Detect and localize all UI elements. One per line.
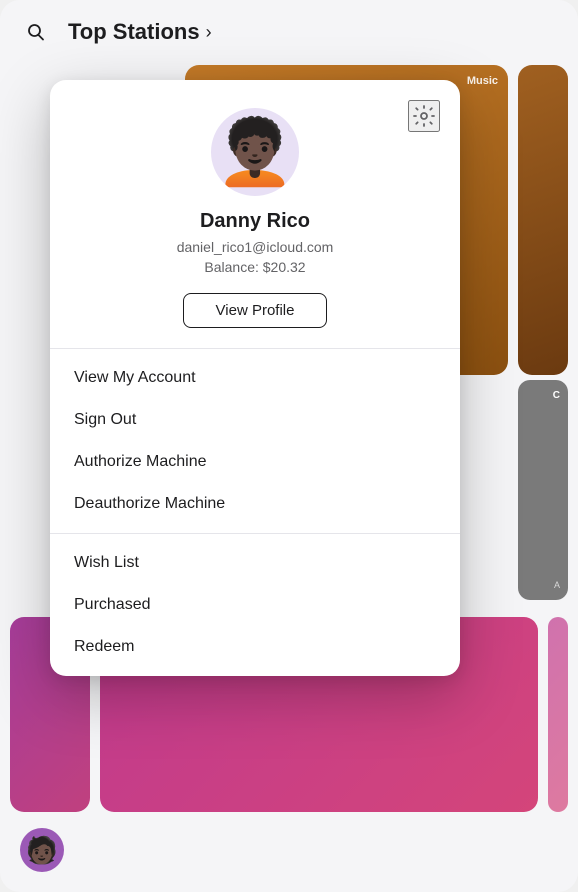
bottom-avatar[interactable]: 🧑🏿 bbox=[20, 828, 64, 872]
settings-button[interactable] bbox=[408, 100, 440, 132]
page-title[interactable]: Top Stations › bbox=[68, 19, 212, 45]
avatar-emoji: 🧑🏿‍🦱 bbox=[215, 120, 295, 184]
view-profile-button[interactable]: View Profile bbox=[183, 293, 328, 328]
mid-card-label: C bbox=[553, 390, 560, 401]
gear-icon bbox=[412, 104, 436, 128]
menu-item-redeem[interactable]: Redeem bbox=[50, 626, 460, 668]
user-name: Danny Rico bbox=[200, 210, 310, 233]
card-1-label: Music bbox=[467, 75, 498, 87]
bg-card-partial bbox=[548, 617, 568, 812]
menu-section-2: Wish List Purchased Redeem bbox=[50, 533, 460, 676]
menu-item-view-account[interactable]: View My Account bbox=[50, 357, 460, 399]
menu-item-deauthorize-machine[interactable]: Deauthorize Machine bbox=[50, 483, 460, 525]
search-icon bbox=[26, 22, 46, 42]
menu-item-authorize-machine[interactable]: Authorize Machine bbox=[50, 441, 460, 483]
account-popup: 🧑🏿‍🦱 Danny Rico daniel_rico1@icloud.com … bbox=[50, 80, 460, 676]
popup-header: 🧑🏿‍🦱 Danny Rico daniel_rico1@icloud.com … bbox=[50, 80, 460, 348]
chevron-right-icon: › bbox=[206, 22, 212, 43]
user-avatar: 🧑🏿‍🦱 bbox=[211, 108, 299, 196]
menu-item-sign-out[interactable]: Sign Out bbox=[50, 399, 460, 441]
bg-card-2 bbox=[518, 65, 568, 375]
bg-cards-mid: C A bbox=[518, 380, 578, 600]
menu-item-purchased[interactable]: Purchased bbox=[50, 584, 460, 626]
user-balance: Balance: $20.32 bbox=[204, 259, 305, 275]
page-title-text: Top Stations bbox=[68, 19, 200, 45]
search-button[interactable] bbox=[20, 16, 52, 48]
top-bar: Top Stations › bbox=[0, 0, 578, 64]
menu-section-1: View My Account Sign Out Authorize Machi… bbox=[50, 349, 460, 533]
menu-item-wish-list[interactable]: Wish List bbox=[50, 542, 460, 584]
user-email: daniel_rico1@icloud.com bbox=[177, 239, 334, 255]
mid-card-sublabel: A bbox=[554, 580, 560, 590]
